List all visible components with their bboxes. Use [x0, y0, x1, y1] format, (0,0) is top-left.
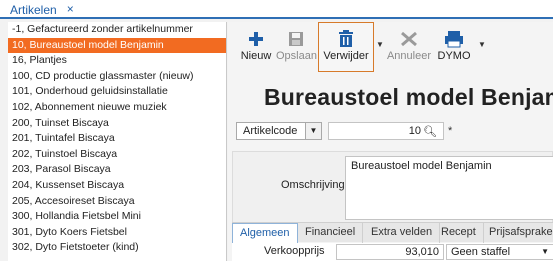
list-item-selected[interactable]: 10, Bureaustoel model Benjamin — [8, 37, 226, 54]
staffel-select[interactable]: Geen staffel ▼ — [446, 244, 553, 260]
tab-label: Artikelen — [10, 3, 57, 17]
tab-recept[interactable]: Recept — [434, 223, 484, 243]
cancel-icon — [401, 31, 417, 47]
list-item[interactable]: 200, Tuinset Biscaya — [8, 116, 226, 132]
delete-dropdown-icon[interactable]: ▼ — [376, 40, 384, 49]
search-icon[interactable]: 🔍︎ — [423, 125, 437, 138]
tab-artikelen[interactable]: Artikelen × — [2, 0, 82, 19]
key-row: Artikelcode ▼ 10 🔍︎ * — [236, 122, 452, 140]
article-list[interactable]: -1, Gefactureerd zonder artikelnummer 10… — [8, 22, 227, 261]
chevron-down-icon[interactable]: ▼ — [541, 245, 549, 259]
document-tabstrip: Artikelen × — [0, 0, 553, 19]
list-item[interactable]: 202, Tuinstoel Biscaya — [8, 147, 226, 163]
list-item[interactable]: 302, Dyto Fietstoeter (kind) — [8, 240, 226, 256]
detail-tabs: Algemeen Financieel Extra velden Recept … — [232, 222, 553, 243]
description-textarea[interactable]: Bureaustoel model Benjamin — [345, 156, 553, 220]
cancel-button[interactable]: Annuleer — [386, 25, 432, 69]
key-field-label: Artikelcode — [243, 125, 298, 137]
list-item[interactable]: 301, Dyto Koers Fietsbel — [8, 225, 226, 241]
chevron-down-icon[interactable]: ▼ — [305, 123, 321, 139]
list-item[interactable]: 100, CD productie glassmaster (nieuw) — [8, 69, 226, 85]
detail-pane: Nieuw Opslaan Verwijder ▼ Annuleer DYMO … — [228, 22, 553, 261]
required-marker: * — [448, 125, 453, 137]
save-icon — [289, 32, 303, 46]
record-header: Bureaustoel model Benjamin — [248, 83, 553, 110]
dymo-button[interactable]: DYMO — [434, 25, 474, 69]
window: Artikelen × -1, Gefactureerd zonder arti… — [0, 0, 553, 261]
list-item[interactable]: -1, Gefactureerd zonder artikelnummer — [8, 22, 226, 38]
toolbar: Nieuw Opslaan Verwijder ▼ Annuleer DYMO … — [228, 22, 553, 74]
plus-icon — [249, 32, 263, 46]
list-item[interactable]: 101, Onderhoud geluidsinstallatie — [8, 84, 226, 100]
tab-prijsafspraken[interactable]: Prijsafsprake — [482, 223, 553, 243]
tab-algemeen[interactable]: Algemeen — [232, 223, 298, 243]
new-button[interactable]: Nieuw — [236, 25, 276, 69]
price-row: Verkoopprijs 93,010 Geen staffel ▼ — [232, 243, 553, 261]
tab-financieel[interactable]: Financieel — [298, 223, 364, 243]
delete-button[interactable]: Verwijder — [318, 22, 374, 72]
list-item[interactable]: 203, Parasol Biscaya — [8, 162, 226, 178]
key-value: 10 — [408, 125, 421, 137]
delete-label: Verwijder — [323, 50, 369, 62]
trash-icon — [339, 30, 353, 47]
description-label: Omschrijving — [281, 179, 345, 191]
dymo-label: DYMO — [437, 50, 471, 62]
list-item[interactable]: 201, Tuintafel Biscaya — [8, 131, 226, 147]
staffel-value: Geen staffel — [451, 246, 511, 258]
dymo-dropdown-icon[interactable]: ▼ — [478, 40, 486, 49]
save-button[interactable]: Opslaan — [276, 25, 317, 69]
list-item[interactable]: 204, Kussenset Biscaya — [8, 178, 226, 194]
new-label: Nieuw — [240, 50, 272, 62]
key-value-input[interactable]: 10 🔍︎ — [328, 122, 444, 140]
save-label: Opslaan — [276, 50, 317, 62]
price-input[interactable]: 93,010 — [336, 244, 444, 260]
key-field-select[interactable]: Artikelcode ▼ — [236, 122, 322, 140]
list-item[interactable]: 300, Hollandia Fietsbel Mini — [8, 209, 226, 225]
list-item[interactable]: 16, Plantjes — [8, 53, 226, 69]
list-item[interactable]: 205, Accesoireset Biscaya — [8, 194, 226, 210]
tab-extra-velden[interactable]: Extra velden — [364, 223, 441, 243]
price-label: Verkoopprijs — [264, 245, 325, 257]
close-icon[interactable]: × — [67, 3, 74, 15]
printer-icon — [445, 31, 463, 48]
list-item[interactable]: 102, Abonnement nieuwe muziek — [8, 100, 226, 116]
record-title: Bureaustoel model Benjamin — [264, 83, 553, 110]
cancel-label: Annuleer — [386, 50, 432, 62]
